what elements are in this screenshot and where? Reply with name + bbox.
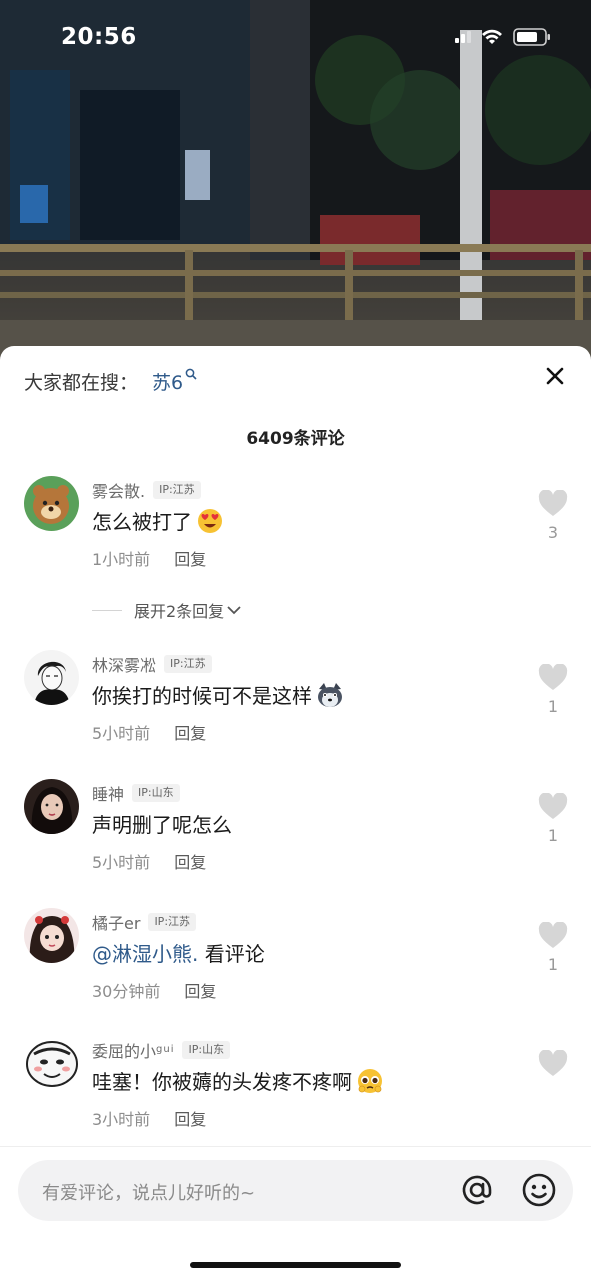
ip-location-tag: IP:江苏 (153, 481, 201, 499)
comment-text[interactable]: @淋湿小熊. 看评论 (92, 938, 265, 967)
expand-replies-label: 展开2条回复 (134, 602, 225, 621)
cellular-signal-icon (455, 31, 471, 43)
like-count: 1 (547, 955, 559, 974)
comment-time: 5小时前 (92, 853, 151, 872)
battery-icon (513, 28, 550, 46)
comment-item: 委屈的小gui IP:山东 哇塞！你被薅的头发疼不疼啊 3小时前 回复 (0, 1036, 591, 1146)
comment-body: 你挨打的时候可不是这样 (92, 684, 312, 708)
husky-emoji-icon (318, 682, 342, 707)
emoji-face-icon[interactable] (521, 1172, 557, 1212)
comment-text[interactable]: 声明删了呢怎么 (92, 809, 232, 838)
search-icon (185, 368, 197, 383)
commenter-name[interactable]: 委屈的小gui (92, 1038, 174, 1062)
user-mention-link[interactable]: @淋湿小熊. (92, 938, 198, 967)
ip-location-tag: IP:山东 (182, 1041, 231, 1059)
comment-text[interactable]: 你挨打的时候可不是这样 (92, 680, 344, 709)
reply-button[interactable]: 回复 (174, 1106, 206, 1130)
home-indicator[interactable] (190, 1262, 401, 1268)
heart-icon (538, 921, 568, 948)
reply-button[interactable]: 回复 (174, 849, 206, 873)
commenter-name[interactable]: 橘子er (92, 910, 140, 934)
at-icon[interactable] (459, 1172, 495, 1212)
like-count: 3 (547, 523, 559, 542)
reply-button[interactable]: 回复 (174, 720, 206, 744)
wifi-icon (482, 29, 502, 44)
like-count: 1 (547, 697, 559, 716)
like-button[interactable] (537, 1049, 569, 1083)
comment-item: 睡神 IP:山东 声明删了呢怎么 5小时前 回复 1 (0, 779, 591, 889)
commenter-name[interactable]: 睡神 (92, 781, 124, 805)
comment-body: 哇塞！你被薅的头发疼不疼啊 (92, 1070, 352, 1094)
ip-location-tag: IP:江苏 (148, 913, 197, 931)
reply-button[interactable]: 回复 (174, 546, 206, 570)
trending-search-row[interactable]: 大家都在搜： 苏6 (24, 368, 197, 395)
video-frame (0, 0, 591, 360)
like-button[interactable]: 1 (537, 921, 569, 974)
comment-input-field[interactable]: 有爱评论，说点儿好听的~ (18, 1160, 573, 1221)
comment-time: 5小时前 (92, 724, 151, 743)
commenter-name-main: 委屈的小 (92, 1042, 157, 1061)
pleading-emoji-icon (358, 1068, 382, 1093)
avatar[interactable] (24, 476, 79, 531)
comment-text[interactable]: 哇塞！你被薅的头发疼不疼啊 (92, 1066, 384, 1095)
comment-time: 1小时前 (92, 550, 151, 569)
heart-icon (538, 663, 568, 690)
like-button[interactable]: 1 (537, 663, 569, 716)
heart-icon (538, 792, 568, 819)
commenter-name[interactable]: 林深雾凇 (92, 652, 156, 676)
like-button[interactable]: 3 (537, 489, 569, 542)
status-time: 20:56 (61, 24, 137, 50)
like-count: 1 (547, 826, 559, 845)
comment-time: 30分钟前 (92, 982, 161, 1001)
avatar[interactable] (24, 1036, 79, 1091)
comment-text[interactable]: 怎么被打了 (92, 506, 224, 535)
trending-search-term[interactable]: 苏6 (152, 368, 183, 395)
comment-body: 怎么被打了 (92, 510, 192, 534)
comment-count-title: 6409条评论 (246, 429, 345, 449)
avatar[interactable] (24, 650, 79, 705)
divider-line (92, 609, 122, 611)
reply-button[interactable]: 回复 (184, 978, 216, 1002)
avatar[interactable] (24, 908, 79, 963)
heart-icon (538, 1049, 568, 1076)
close-icon[interactable] (543, 364, 567, 388)
commenter-name-sup: gui (156, 1044, 175, 1055)
comment-item: 橘子er IP:江苏 @淋湿小熊. 看评论 30分钟前 回复 1 (0, 908, 591, 1018)
comment-input-placeholder: 有爱评论，说点儿好听的~ (42, 1183, 256, 1204)
like-button[interactable]: 1 (537, 792, 569, 845)
commenter-name[interactable]: 雾会散. (92, 478, 145, 502)
heart-eyes-emoji-icon (198, 508, 222, 533)
status-icons (455, 28, 551, 46)
comment-sheet: 大家都在搜： 苏6 6409条评论 雾会散. IP:江苏 怎么被打了 1小时前 … (0, 346, 591, 1280)
comment-item: 林深雾凇 IP:江苏 你挨打的时候可不是这样 5小时前 回复 1 (0, 650, 591, 760)
avatar[interactable] (24, 779, 79, 834)
chevron-down-icon (227, 606, 241, 615)
heart-icon (538, 489, 568, 516)
expand-replies-button[interactable]: 展开2条回复 (92, 598, 242, 622)
trending-search-prefix: 大家都在搜： (24, 372, 139, 394)
comment-body: 看评论 (198, 942, 265, 966)
ip-location-tag: IP:山东 (132, 784, 180, 802)
comment-time: 3小时前 (92, 1110, 151, 1129)
comment-body: 声明删了呢怎么 (92, 813, 232, 837)
input-divider (0, 1146, 591, 1147)
ip-location-tag: IP:江苏 (164, 655, 212, 673)
comment-item: 雾会散. IP:江苏 怎么被打了 1小时前 回复 3 (0, 476, 591, 586)
video-background[interactable]: 20:56 (0, 0, 591, 360)
